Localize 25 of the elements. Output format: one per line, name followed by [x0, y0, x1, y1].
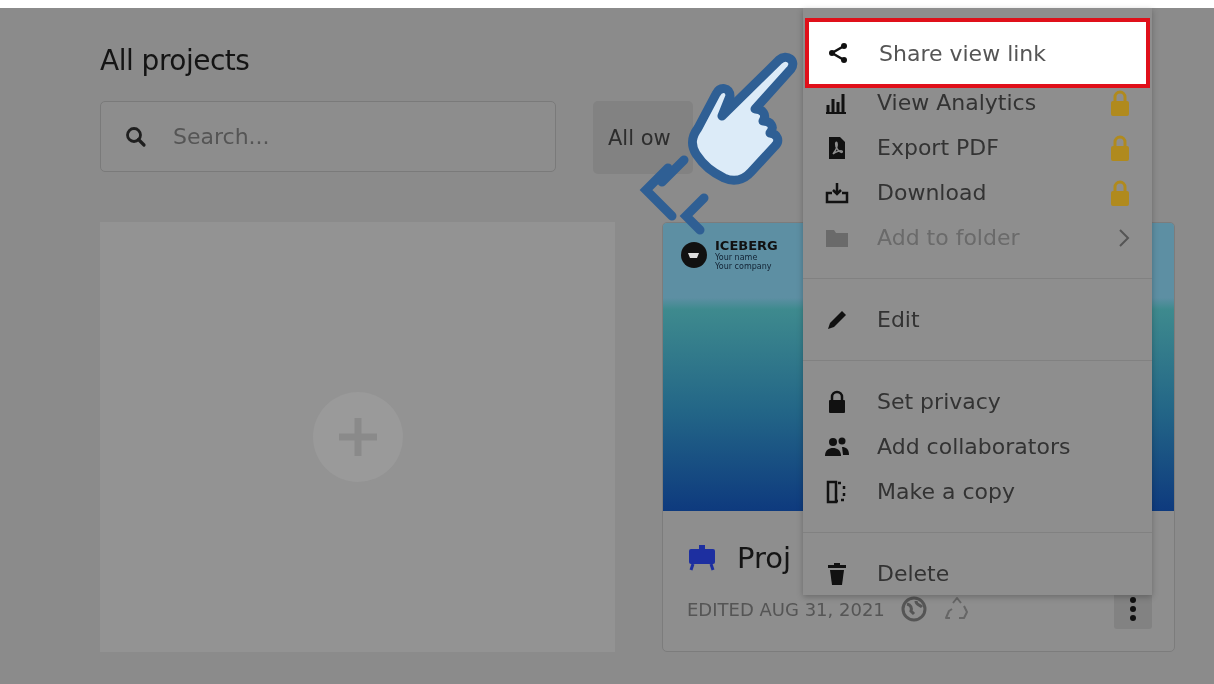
brand-caption: Your name [715, 253, 759, 262]
menu-item[interactable]: Export PDF [803, 125, 1152, 170]
kebab-icon [1130, 597, 1136, 621]
search-box[interactable]: Search... [100, 101, 556, 172]
project-title: Proj [737, 541, 792, 575]
menu-item[interactable]: Add collaborators [803, 424, 1152, 469]
menu-item[interactable]: Share view link [805, 18, 1150, 88]
menu-item[interactable]: Edit [803, 297, 1152, 342]
page-title: All projects [100, 44, 250, 77]
menu-item[interactable]: Download [803, 170, 1152, 215]
recycle-icon [942, 596, 971, 622]
search-input[interactable]: Search... [171, 123, 475, 150]
search-icon [125, 125, 147, 148]
download-icon [825, 180, 849, 205]
brand-name: ICEBERG [715, 238, 778, 253]
easel-icon [687, 544, 717, 572]
menu-item[interactable]: Delete [803, 551, 1152, 596]
brand-caption: Your company [715, 262, 773, 271]
menu-item[interactable]: Make a copy [803, 469, 1152, 514]
globe-icon [900, 596, 927, 622]
logo-icon [681, 241, 707, 268]
trash-icon [825, 561, 849, 586]
menu-item[interactable]: Set privacy [803, 379, 1152, 424]
edited-date: EDITED AUG 31, 2021 [687, 598, 885, 620]
owner-dropdown[interactable]: All ow [593, 101, 693, 174]
